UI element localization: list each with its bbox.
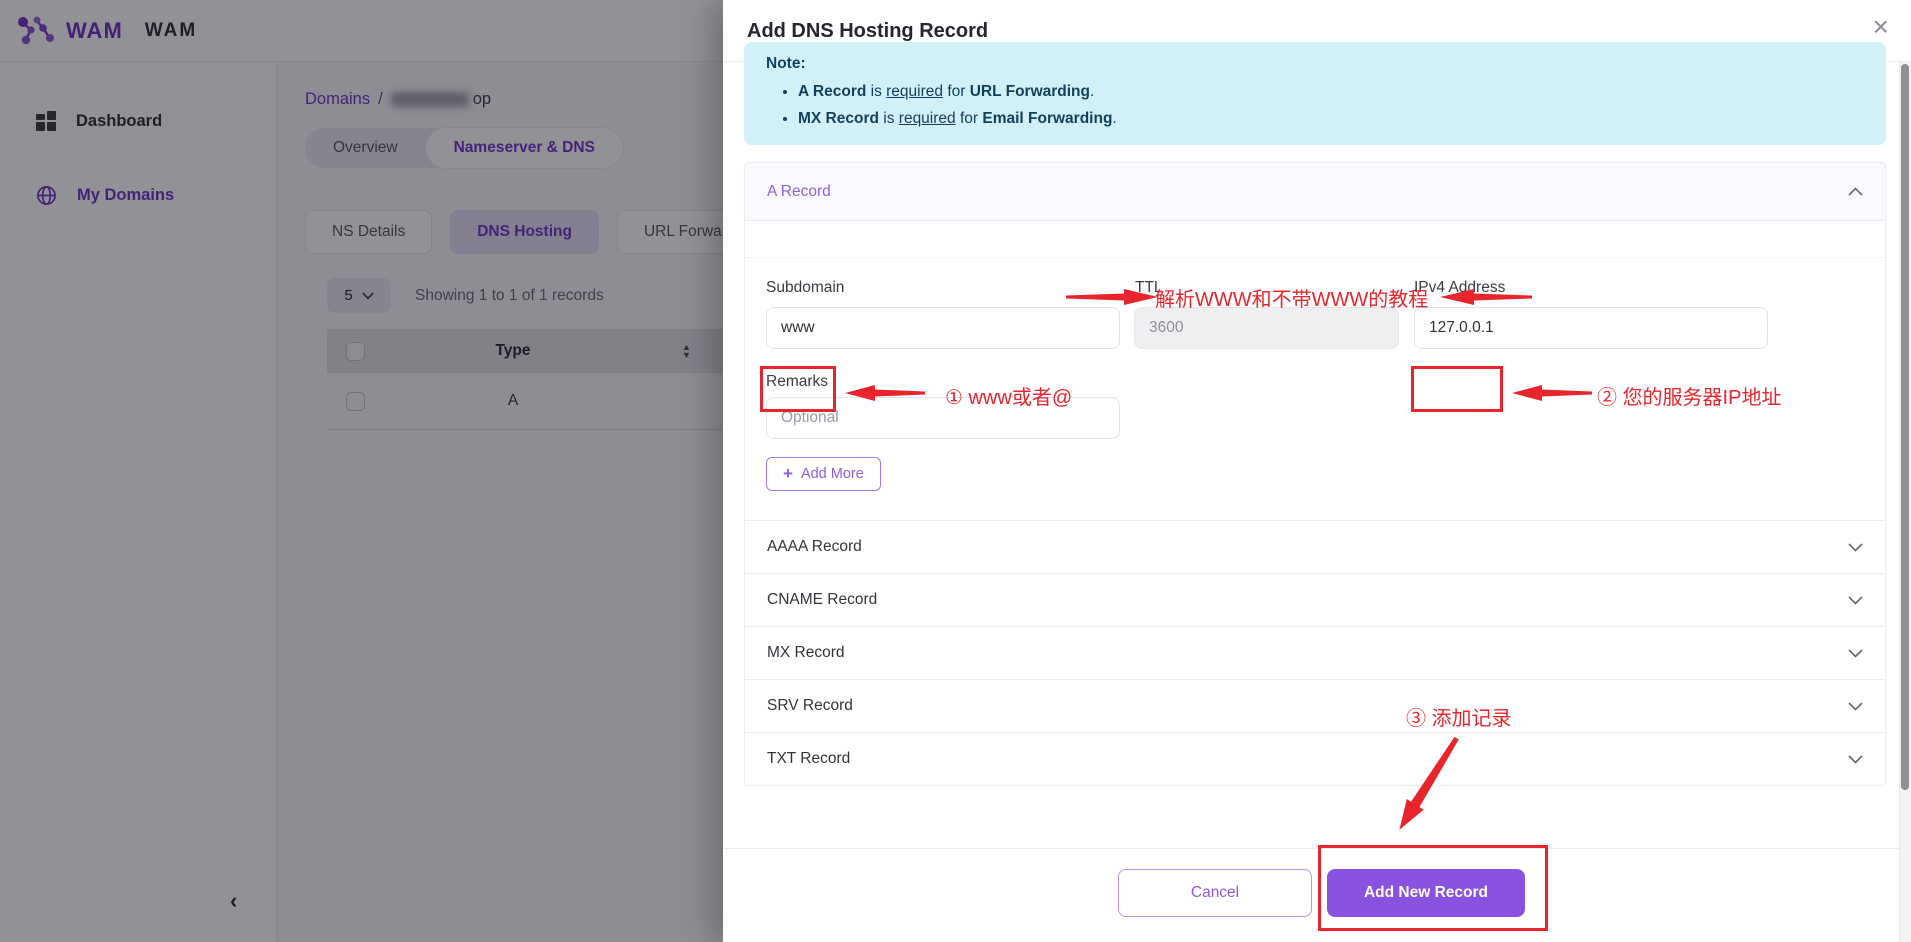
txt-record-section[interactable]: TXT Record — [745, 732, 1885, 785]
ipv4-label: IPv4 Address — [1414, 279, 1505, 297]
chevron-down-icon — [1848, 649, 1863, 658]
record-accordion: A Record Subdomain TTL IPv4 Address Rema… — [744, 162, 1886, 786]
ttl-input[interactable] — [1134, 307, 1399, 349]
ttl-label: TTL — [1135, 279, 1163, 297]
remarks-label: Remarks — [766, 373, 828, 391]
note-line-1: A Record is required for URL Forwarding. — [798, 78, 1864, 105]
a-record-section-header[interactable]: A Record — [745, 163, 1885, 220]
subdomain-input[interactable] — [766, 307, 1120, 349]
chevron-down-icon — [1848, 702, 1863, 711]
cname-record-section[interactable]: CNAME Record — [745, 573, 1885, 626]
subdomain-label: Subdomain — [766, 279, 844, 297]
close-icon[interactable]: × — [1873, 13, 1889, 41]
a-record-label: A Record — [767, 183, 831, 201]
aaaa-record-section[interactable]: AAAA Record — [745, 520, 1885, 573]
chevron-up-icon — [1848, 187, 1863, 196]
drawer-scrollbar-thumb[interactable] — [1901, 64, 1909, 790]
add-more-button[interactable]: + Add More — [766, 457, 881, 491]
add-new-record-button[interactable]: Add New Record — [1327, 869, 1525, 917]
srv-record-section[interactable]: SRV Record — [745, 679, 1885, 732]
note-heading: Note: — [766, 55, 1864, 73]
plus-icon: + — [783, 464, 793, 484]
remarks-input[interactable] — [766, 397, 1120, 439]
note-box: Note: A Record is required for URL Forwa… — [744, 42, 1886, 145]
chevron-down-icon — [1848, 596, 1863, 605]
mx-record-section[interactable]: MX Record — [745, 626, 1885, 679]
a-record-form: Subdomain TTL IPv4 Address Remarks + Add… — [745, 220, 1885, 520]
divider — [745, 257, 1885, 258]
drawer-footer: Cancel Add New Record — [723, 848, 1911, 942]
chevron-down-icon — [1848, 755, 1863, 764]
chevron-down-icon — [1848, 543, 1863, 552]
add-dns-record-drawer: Add DNS Hosting Record × Note: A Record … — [723, 0, 1911, 942]
ipv4-input[interactable] — [1414, 307, 1768, 349]
note-line-2: MX Record is required for Email Forwardi… — [798, 105, 1864, 132]
cancel-button[interactable]: Cancel — [1118, 869, 1312, 917]
drawer-scrollbar-track[interactable] — [1899, 62, 1911, 942]
screen: WAM WAM Dashboard My Domains ‹ Domains / — [0, 0, 1911, 942]
